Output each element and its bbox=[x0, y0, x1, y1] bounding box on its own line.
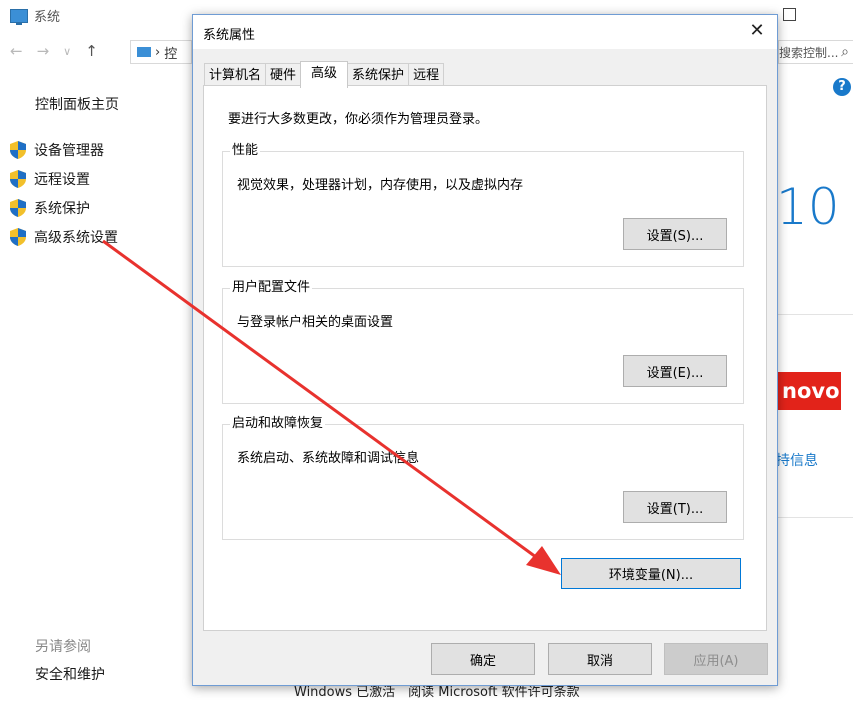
security-maintenance-link[interactable]: 安全和维护 bbox=[35, 664, 105, 684]
forward-arrow-icon[interactable]: → bbox=[37, 42, 50, 62]
tab-strip: 计算机名 硬件 高级 系统保护 远程 bbox=[204, 61, 445, 88]
tab-computer-name[interactable]: 计算机名 bbox=[204, 63, 267, 86]
dialog-title: 系统属性 bbox=[203, 28, 256, 43]
sidebar-item-remote-settings[interactable]: 远程设置 bbox=[10, 164, 118, 193]
tab-advanced[interactable]: 高级 bbox=[300, 61, 349, 88]
control-panel-icon bbox=[137, 47, 151, 57]
recent-dropdown-icon[interactable]: ∨ bbox=[63, 42, 71, 62]
oem-logo: novo bbox=[778, 372, 841, 410]
close-icon[interactable]: ✕ bbox=[747, 21, 767, 41]
sidebar-list: 设备管理器 远程设置 系统保护 高级系统设置 bbox=[10, 135, 118, 251]
user-profiles-settings-button[interactable]: 设置(E)... bbox=[623, 355, 727, 387]
address-chevron-icon: › bbox=[155, 44, 161, 60]
windows-version-logo: 10 bbox=[776, 178, 840, 236]
shield-icon bbox=[10, 198, 26, 217]
search-box[interactable]: 搜索控制... ⌕ bbox=[778, 40, 853, 64]
dialog-titlebar[interactable]: 系统属性 ✕ bbox=[193, 15, 777, 49]
maximize-button[interactable] bbox=[783, 8, 796, 21]
admin-notice: 要进行大多数更改，你必须作为管理员登录。 bbox=[228, 112, 489, 127]
support-info-link[interactable]: 持信息 bbox=[776, 450, 818, 470]
startup-recovery-settings-button[interactable]: 设置(T)... bbox=[623, 491, 727, 523]
shield-icon bbox=[10, 140, 26, 159]
shield-icon bbox=[10, 169, 26, 188]
startup-recovery-group: 启动和故障恢复 系统启动、系统故障和调试信息 设置(T)... bbox=[222, 416, 744, 540]
address-bar[interactable]: › 控 bbox=[130, 40, 192, 64]
cancel-button[interactable]: 取消 bbox=[548, 643, 652, 675]
window-title-text: 系统 bbox=[34, 10, 61, 25]
performance-settings-button[interactable]: 设置(S)... bbox=[623, 218, 727, 250]
computer-icon bbox=[10, 8, 28, 25]
tab-system-protection[interactable]: 系统保护 bbox=[347, 63, 410, 86]
shield-icon bbox=[10, 227, 26, 246]
sidebar-item-advanced-system-settings[interactable]: 高级系统设置 bbox=[10, 222, 118, 251]
performance-group: 性能 视觉效果，处理器计划，内存使用，以及虚拟内存 设置(S)... bbox=[222, 143, 744, 267]
help-icon[interactable]: ? bbox=[833, 78, 851, 96]
dialog-footer: 确定 取消 应用(A) bbox=[193, 641, 777, 677]
advanced-tab-panel: 要进行大多数更改，你必须作为管理员登录。 性能 视觉效果，处理器计划，内存使用，… bbox=[203, 85, 767, 631]
sidebar-item-label: 设备管理器 bbox=[34, 142, 104, 159]
see-also-heading: 另请参阅 bbox=[35, 639, 91, 655]
sidebar-item-device-manager[interactable]: 设备管理器 bbox=[10, 135, 118, 164]
sidebar-item-label: 系统保护 bbox=[34, 200, 90, 217]
window-title: 系统 bbox=[10, 6, 60, 25]
user-profiles-group: 用户配置文件 与登录帐户相关的桌面设置 设置(E)... bbox=[222, 280, 744, 404]
sidebar-item-system-protection[interactable]: 系统保护 bbox=[10, 193, 118, 222]
group-legend: 性能 bbox=[230, 143, 261, 159]
up-arrow-icon[interactable]: ↑ bbox=[85, 42, 98, 62]
group-legend: 启动和故障恢复 bbox=[230, 416, 326, 432]
control-panel-home-link[interactable]: 控制面板主页 bbox=[35, 94, 119, 114]
address-text: 控 bbox=[164, 46, 178, 62]
apply-button[interactable]: 应用(A) bbox=[664, 643, 768, 675]
group-description: 视觉效果，处理器计划，内存使用，以及虚拟内存 bbox=[237, 178, 524, 193]
sidebar-item-label: 远程设置 bbox=[34, 171, 90, 188]
sidebar-item-label: 高级系统设置 bbox=[34, 229, 118, 246]
environment-variables-button[interactable]: 环境变量(N)... bbox=[561, 558, 741, 589]
tab-remote[interactable]: 远程 bbox=[408, 63, 445, 86]
ok-button[interactable]: 确定 bbox=[431, 643, 535, 675]
group-description: 与登录帐户相关的桌面设置 bbox=[237, 315, 394, 330]
divider bbox=[778, 517, 853, 518]
search-icon[interactable]: ⌕ bbox=[841, 44, 849, 60]
tab-hardware[interactable]: 硬件 bbox=[265, 63, 302, 86]
back-arrow-icon[interactable]: ← bbox=[10, 42, 23, 62]
system-properties-dialog: 系统属性 ✕ 计算机名 硬件 高级 系统保护 远程 要进行大多数更改，你必须作为… bbox=[192, 14, 778, 686]
divider bbox=[778, 314, 853, 315]
search-placeholder: 搜索控制... bbox=[779, 45, 839, 60]
nav-buttons: ← → ∨ ↑ bbox=[10, 42, 98, 62]
group-legend: 用户配置文件 bbox=[230, 280, 313, 296]
group-description: 系统启动、系统故障和调试信息 bbox=[237, 451, 420, 466]
